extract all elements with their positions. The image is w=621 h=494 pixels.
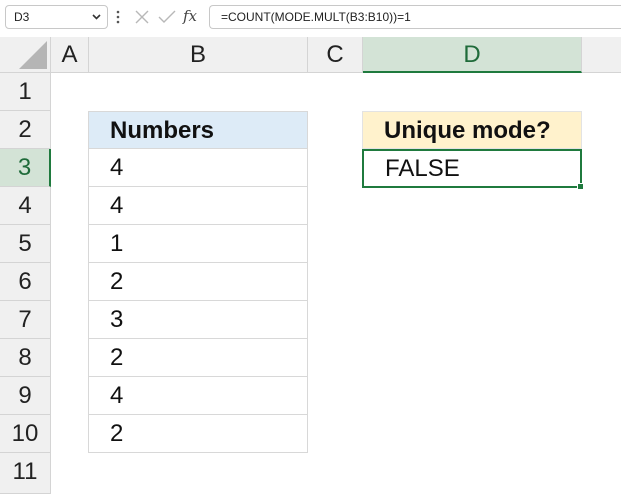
table-cell-b10[interactable]: 2 xyxy=(88,415,308,453)
column-header-a[interactable]: A xyxy=(51,37,89,73)
name-box-value: D3 xyxy=(14,10,30,24)
result-header-cell[interactable]: Unique mode? xyxy=(362,111,582,149)
formula-text: =COUNT(MODE.MULT(B3:B10))=1 xyxy=(221,10,411,24)
row-header-7[interactable]: 7 xyxy=(0,301,51,339)
formula-bar: D3 fx =COUNT(MODE.MULT(B3:B10))=1 xyxy=(0,0,621,37)
column-header-c[interactable]: C xyxy=(308,37,363,73)
row-header-4[interactable]: 4 xyxy=(0,187,51,225)
column-header-b[interactable]: B xyxy=(89,37,308,73)
table-cell-b8[interactable]: 2 xyxy=(88,339,308,377)
cancel-icon[interactable] xyxy=(134,9,150,25)
table-cell-b7[interactable]: 3 xyxy=(88,301,308,339)
row-header-8[interactable]: 8 xyxy=(0,339,51,377)
name-box[interactable]: D3 xyxy=(5,5,108,29)
table-cell-b5[interactable]: 1 xyxy=(88,225,308,263)
formula-input[interactable]: =COUNT(MODE.MULT(B3:B10))=1 xyxy=(209,5,621,29)
row-header-3[interactable]: 3 xyxy=(0,149,51,187)
row-header-10[interactable]: 10 xyxy=(0,415,51,453)
table-cell-b4[interactable]: 4 xyxy=(88,187,308,225)
column-header-e[interactable] xyxy=(582,37,621,73)
table-header-numbers[interactable]: Numbers xyxy=(88,111,308,149)
insert-function-icon[interactable]: fx xyxy=(183,5,205,27)
select-all-triangle-icon xyxy=(19,41,47,69)
select-all-button[interactable] xyxy=(0,37,51,73)
table-cell-b6[interactable]: 2 xyxy=(88,263,308,301)
row-header-6[interactable]: 6 xyxy=(0,263,51,301)
active-cell-d3[interactable]: FALSE xyxy=(362,149,582,188)
row-header-5[interactable]: 5 xyxy=(0,225,51,263)
row-header-2[interactable]: 2 xyxy=(0,111,51,149)
enter-icon[interactable] xyxy=(158,9,176,25)
fill-handle[interactable] xyxy=(577,183,584,190)
more-options-icon[interactable] xyxy=(115,9,121,25)
table-cell-b3[interactable]: 4 xyxy=(88,149,308,187)
table-cell-b9[interactable]: 4 xyxy=(88,377,308,415)
chevron-down-icon[interactable] xyxy=(91,11,102,22)
column-header-d[interactable]: D xyxy=(363,37,582,73)
row-header-11[interactable]: 11 xyxy=(0,453,51,494)
row-header-1[interactable]: 1 xyxy=(0,73,51,111)
row-header-9[interactable]: 9 xyxy=(0,377,51,415)
